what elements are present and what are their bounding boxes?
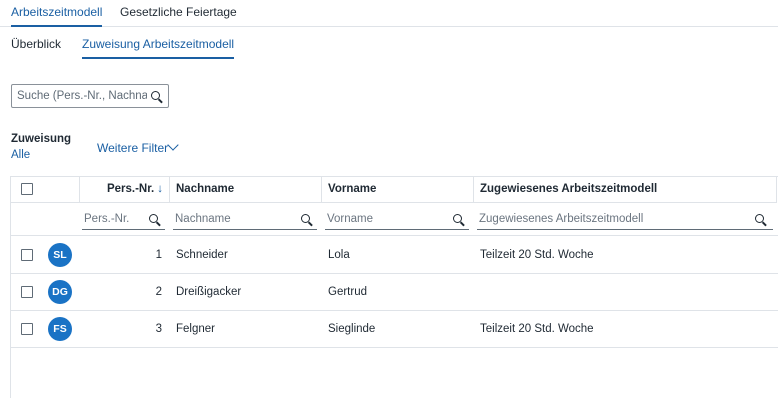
assignment-filter-value[interactable]: Alle — [11, 149, 30, 161]
row-checkbox[interactable] — [21, 249, 33, 261]
search-icon[interactable] — [755, 214, 764, 223]
filter-vorname-input[interactable] — [327, 211, 445, 227]
tab-gesetzliche-feiertage[interactable]: Gesetzliche Feiertage — [120, 5, 237, 19]
top-tab-bar: Arbeitszeitmodell Gesetzliche Feiertage — [0, 0, 778, 27]
cell-pers-nr: 1 — [155, 249, 162, 261]
row-checkbox[interactable] — [21, 323, 33, 335]
header-pers-nr-label: Pers.-Nr. — [106, 183, 155, 195]
filter-nachname[interactable] — [173, 208, 317, 230]
column-filter-row — [11, 203, 778, 236]
table-row[interactable]: SL 1 Schneider Lola Teilzeit 20 Std. Woc… — [11, 237, 778, 274]
select-all-checkbox[interactable] — [21, 183, 33, 195]
cell-pers-nr: 2 — [155, 286, 162, 298]
filter-pers-nr-input[interactable] — [84, 211, 144, 227]
tab-arbeitszeitmodell[interactable]: Arbeitszeitmodell — [11, 5, 103, 27]
cell-pers-nr: 3 — [155, 323, 162, 335]
filter-modell-input[interactable] — [479, 211, 749, 227]
filter-vorname[interactable] — [325, 208, 469, 230]
assignment-filter-label: Zuweisung — [11, 133, 72, 145]
cell-modell: Teilzeit 20 Std. Woche — [480, 249, 594, 261]
assignment-table: Pers.-Nr. ↓ Nachname Vorname Zugewiesenes… — [10, 176, 778, 398]
header-nachname[interactable]: Nachname — [170, 177, 322, 203]
header-zugewiesenes-arbeitszeitmodell[interactable]: Zugewiesenes Arbeitszeitmodell — [474, 177, 777, 203]
cell-nachname: Felgner — [176, 323, 215, 335]
avatar: SL — [48, 243, 72, 267]
search-icon[interactable] — [453, 214, 462, 223]
sort-descending-icon: ↓ — [157, 183, 163, 195]
avatar: FS — [48, 317, 72, 341]
filter-modell[interactable] — [477, 208, 773, 230]
search-icon[interactable] — [149, 214, 158, 223]
filter-pers-nr[interactable] — [82, 208, 165, 230]
search-icon[interactable] — [151, 91, 160, 100]
search-icon[interactable] — [301, 214, 310, 223]
subtab-ueberblick[interactable]: Überblick — [11, 37, 61, 51]
search-input[interactable] — [17, 88, 147, 104]
row-checkbox[interactable] — [21, 286, 33, 298]
cell-vorname: Gertrud — [328, 286, 367, 298]
header-pers-nr[interactable]: Pers.-Nr. ↓ — [80, 177, 170, 203]
cell-modell: Teilzeit 20 Std. Woche — [480, 323, 594, 335]
chevron-down-icon[interactable] — [167, 139, 179, 151]
filter-nachname-input[interactable] — [175, 211, 293, 227]
search-box[interactable] — [11, 84, 169, 108]
cell-vorname: Lola — [328, 249, 350, 261]
cell-nachname: Dreißigacker — [176, 286, 242, 298]
table-row[interactable]: FS 3 Felgner Sieglinde Teilzeit 20 Std. … — [11, 311, 778, 348]
cell-nachname: Schneider — [176, 249, 228, 261]
more-filters-button[interactable]: Weitere Filter — [97, 141, 168, 155]
table-row[interactable]: DG 2 Dreißigacker Gertrud — [11, 274, 778, 311]
avatar: DG — [48, 280, 72, 304]
cell-vorname: Sieglinde — [328, 323, 376, 335]
header-vorname[interactable]: Vorname — [322, 177, 474, 203]
subtab-zuweisung-arbeitszeitmodell[interactable]: Zuweisung Arbeitszeitmodell — [82, 37, 235, 59]
header-select-cell — [11, 177, 80, 203]
